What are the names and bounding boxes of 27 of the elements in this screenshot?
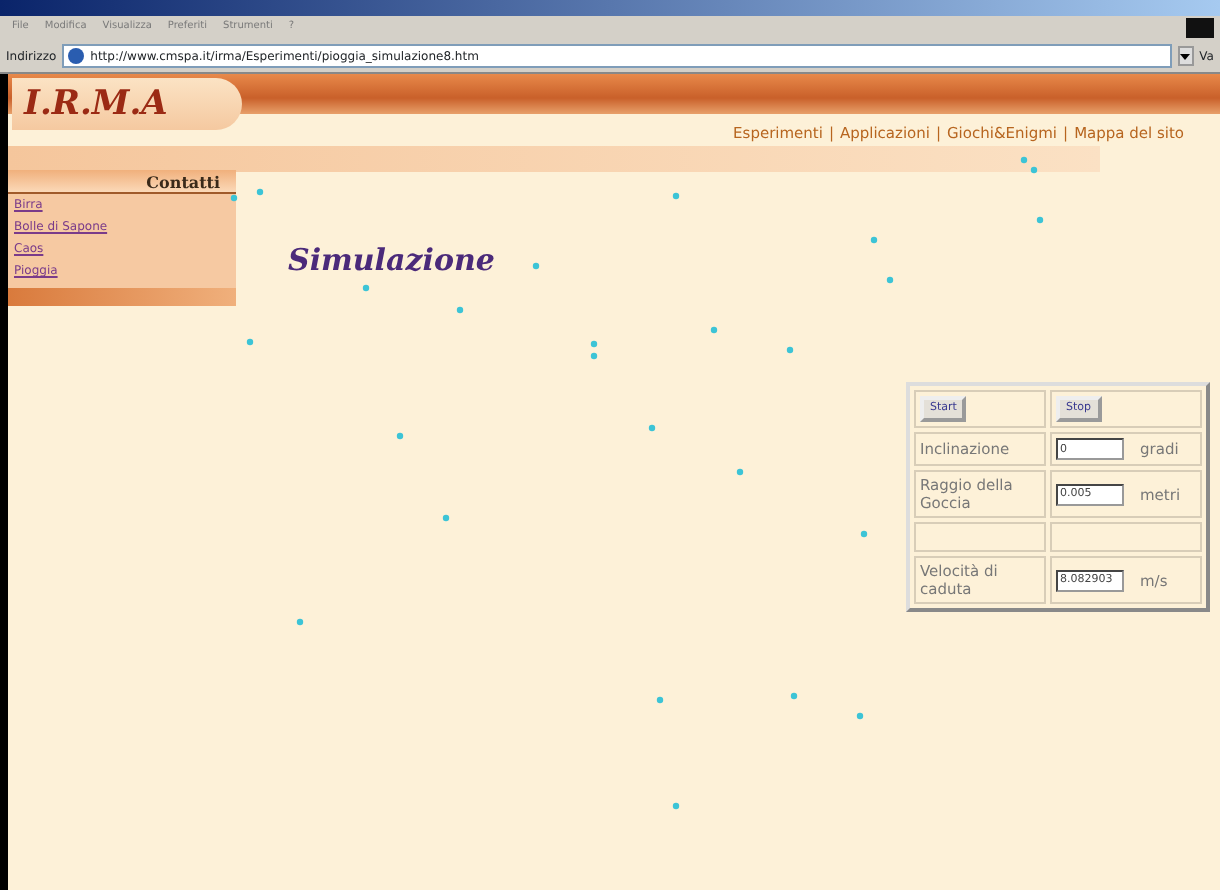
- raindrop: [786, 346, 794, 354]
- raindrop: [672, 802, 680, 810]
- site-logo[interactable]: I.R.M.A: [12, 78, 242, 130]
- raindrop: [256, 188, 264, 196]
- dropdown-icon[interactable]: [1177, 46, 1194, 66]
- page-title: Simulazione: [288, 242, 495, 278]
- raindrop: [870, 236, 878, 244]
- raindrop: [362, 284, 370, 292]
- raindrop: [860, 530, 868, 538]
- section-heading: Contatti: [8, 170, 236, 194]
- raindrop: [396, 432, 404, 440]
- raindrop: [736, 468, 744, 476]
- raindrop: [1036, 216, 1044, 224]
- raindrop: [648, 424, 656, 432]
- raindrop: [296, 618, 304, 626]
- raindrop: [672, 192, 680, 200]
- raindrop: [886, 276, 894, 284]
- raindrop: [656, 696, 664, 704]
- raindrop: [856, 712, 864, 720]
- page-icon: [68, 48, 85, 64]
- raindrop: [442, 514, 450, 522]
- raindrop: [790, 692, 798, 700]
- raindrop: [532, 262, 540, 270]
- raindrop: [456, 306, 464, 314]
- raindrop: [246, 338, 254, 346]
- raindrop: [710, 326, 718, 334]
- raindrop: [230, 194, 238, 202]
